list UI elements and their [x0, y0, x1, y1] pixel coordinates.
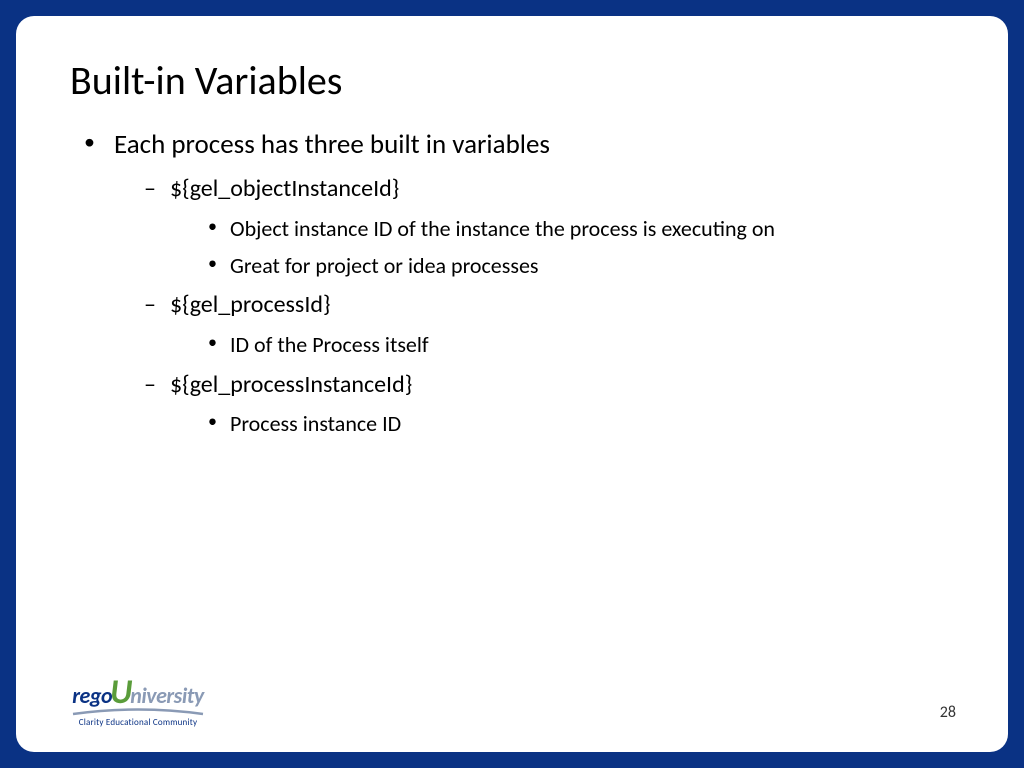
slide-title: Built-in Variables: [70, 56, 954, 105]
bullet-list-level3: ID of the Process itself: [170, 330, 954, 361]
bullet-item: Great for project or idea processes: [204, 251, 954, 282]
bullet-item: ID of the Process itself: [204, 330, 954, 361]
bullet-list-level3: Object instance ID of the instance the p…: [170, 214, 954, 282]
bullet-text: ${gel_objectInstanceId}: [170, 174, 399, 203]
slide-footer: rego U niversity Clarity Educational Com…: [68, 679, 956, 728]
bullet-text: Each process has three built in variable…: [114, 128, 550, 161]
bullet-text: Process instance ID: [230, 410, 401, 437]
bullet-text: Great for project or idea processes: [230, 252, 539, 279]
bullet-list-level2: ${gel_objectInstanceId} Object instance …: [114, 173, 954, 439]
logo-niversity: niversity: [130, 682, 203, 709]
page-number: 28: [940, 703, 956, 722]
bullet-item: ${gel_processInstanceId} Process instanc…: [140, 369, 954, 440]
bullet-text: Object instance ID of the instance the p…: [230, 215, 775, 242]
bullet-list-level1: Each process has three built in variable…: [70, 127, 954, 440]
logo-u: U: [110, 679, 132, 706]
bullet-item: Process instance ID: [204, 409, 954, 440]
bullet-text: ID of the Process itself: [230, 331, 429, 358]
bullet-item: ${gel_processId} ID of the Process itsel…: [140, 289, 954, 360]
bullet-item: Each process has three built in variable…: [82, 127, 954, 440]
logo-tagline: Clarity Educational Community: [79, 717, 197, 728]
bullet-text: ${gel_processId}: [170, 290, 331, 319]
bullet-item: Object instance ID of the instance the p…: [204, 214, 954, 245]
slide: Built-in Variables Each process has thre…: [16, 16, 1008, 752]
bullet-text: ${gel_processInstanceId}: [170, 370, 412, 399]
logo-text: rego U niversity: [72, 679, 203, 709]
bullet-item: ${gel_objectInstanceId} Object instance …: [140, 173, 954, 281]
logo-rego: rego: [72, 682, 112, 709]
bullet-list-level3: Process instance ID: [170, 409, 954, 440]
logo: rego U niversity Clarity Educational Com…: [68, 679, 208, 728]
